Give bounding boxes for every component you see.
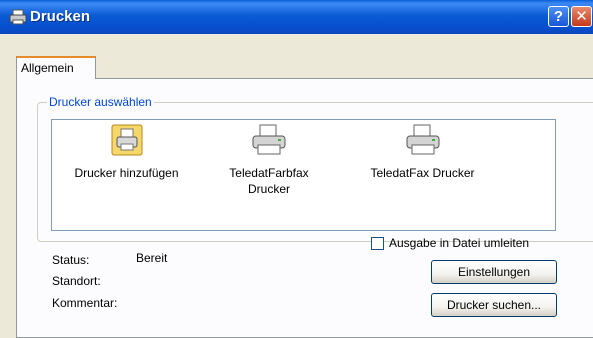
printer-icon (9, 9, 27, 25)
printer-label-line2: Drucker (247, 182, 290, 196)
location-label: Standort: (52, 274, 101, 288)
print-to-file-checkbox[interactable] (371, 237, 384, 250)
title-bar[interactable]: Drucken ? ✕ (0, 0, 593, 34)
printer-icon (252, 124, 286, 155)
close-button[interactable]: ✕ (571, 6, 592, 27)
settings-button[interactable]: Einstellungen (431, 260, 557, 284)
add-printer-icon (111, 124, 142, 156)
printer-icon (406, 124, 439, 155)
printer-item-add[interactable]: Drucker hinzufügen (64, 123, 189, 181)
comment-label: Kommentar: (52, 296, 118, 310)
tab-general[interactable]: Allgemein (16, 56, 96, 79)
help-button[interactable]: ? (548, 6, 569, 27)
printer-label: TeledatFarbfax (229, 166, 309, 180)
print-to-file-label[interactable]: Ausgabe in Datei umleiten (389, 236, 529, 250)
printer-label: TeledatFax Drucker (370, 166, 475, 180)
find-printer-button[interactable]: Drucker suchen... (431, 293, 557, 317)
printer-group-label: Drucker auswählen (47, 95, 154, 109)
window-title: Drucken (30, 8, 91, 25)
status-label: Status: (52, 253, 90, 267)
printer-label: Drucker hinzufügen (74, 166, 179, 180)
status-value: Bereit (136, 251, 168, 265)
printer-item-teledatfax[interactable]: TeledatFax Drucker (355, 123, 490, 181)
tab-label: Allgemein (21, 61, 74, 75)
printer-item-teledatfarbfax[interactable]: TeledatFarbfax Drucker (214, 123, 324, 197)
